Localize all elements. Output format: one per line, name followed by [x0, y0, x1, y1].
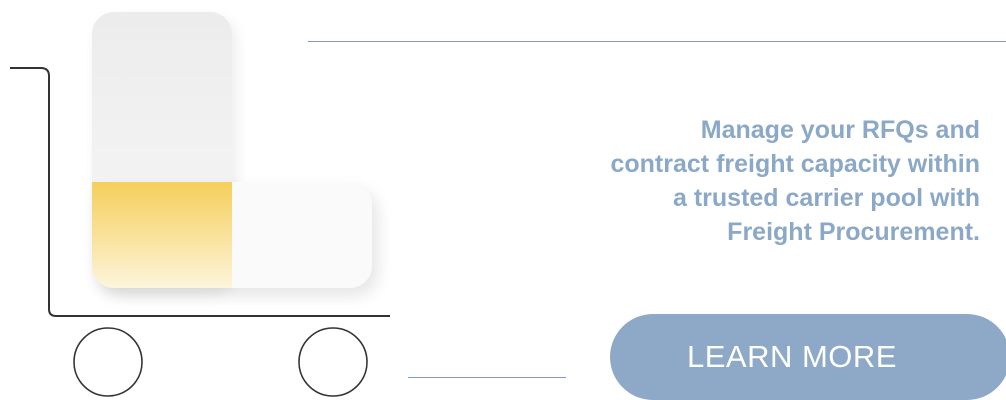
cart-wheel-left [73, 327, 143, 397]
headline-line-1: Manage your RFQs and [700, 116, 980, 144]
headline-line-3: a trusted carrier pool with [672, 184, 980, 212]
headline: Manage your RFQs and contract freight ca… [460, 113, 980, 249]
top-divider [308, 41, 1006, 42]
cart-illustration [0, 0, 400, 398]
headline-line-4: Freight Procurement. [727, 218, 980, 246]
cart-frame [10, 67, 390, 317]
shopping-cart-icon [10, 67, 390, 397]
cart-wheel-right [298, 327, 368, 397]
headline-line-2: contract freight capacity within [610, 150, 980, 178]
bottom-divider [408, 377, 566, 378]
learn-more-button[interactable]: LEARN MORE [610, 314, 1006, 400]
